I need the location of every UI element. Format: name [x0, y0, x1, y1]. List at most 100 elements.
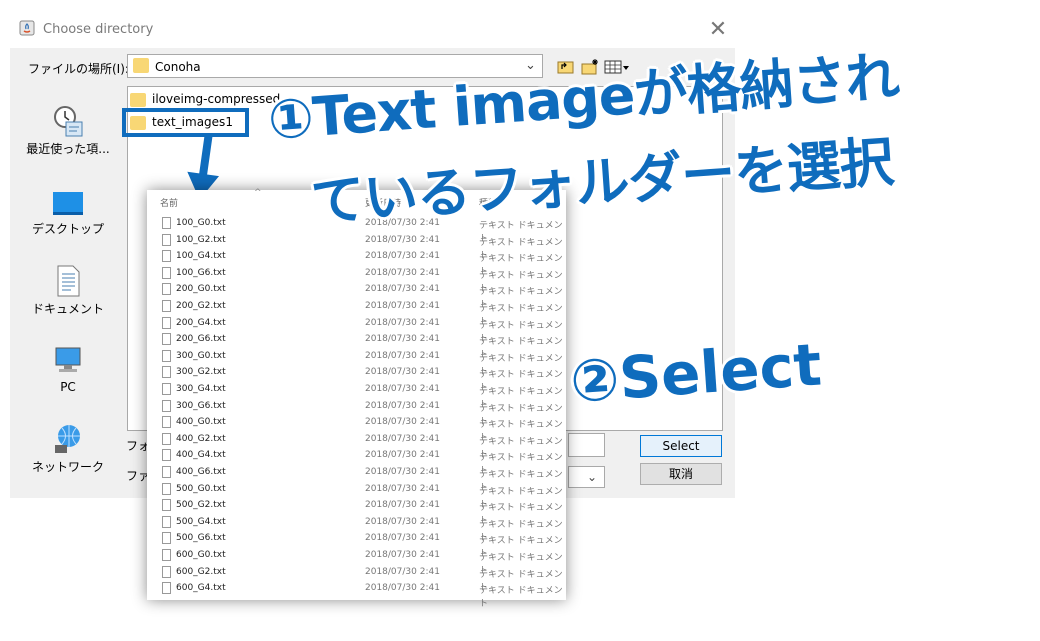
chevron-down-icon[interactable]: ⌄: [587, 470, 597, 484]
table-row[interactable]: 200_G6.txt 2018/07/30 2:41 テキスト ドキュメント: [147, 332, 566, 360]
table-row[interactable]: 300_G4.txt 2018/07/30 2:41 テキスト ドキュメント: [147, 382, 566, 410]
place-label: 最近使った項...: [26, 142, 110, 156]
table-row[interactable]: 400_G6.txt 2018/07/30 2:41 テキスト ドキュメント: [147, 465, 566, 493]
file-name: 500_G0.txt: [176, 483, 226, 494]
folder-name-input[interactable]: [568, 433, 605, 457]
text-file-icon: [162, 300, 171, 312]
file-date: 2018/07/30 2:41: [365, 500, 440, 511]
text-file-icon: [162, 582, 171, 595]
file-date: 2018/07/30 2:41: [365, 251, 440, 262]
text-file-icon: [162, 349, 171, 362]
table-row[interactable]: 400_G0.txt 2018/07/30 2:41 テキスト ドキュメント: [147, 415, 566, 443]
table-row[interactable]: 200_G4.txt 2018/07/30 2:41 テキスト ドキュメント: [147, 316, 566, 344]
table-row[interactable]: 400_G2.txt 2018/07/30 2:41 テキスト ドキュメント: [147, 432, 566, 460]
table-row[interactable]: 500_G4.txt 2018/07/30 2:41 テキスト ドキュメント: [147, 515, 566, 543]
text-file-icon: [162, 482, 171, 495]
file-date: 2018/07/30 2:41: [365, 400, 440, 411]
text-file-icon: [162, 250, 171, 263]
file-name: 400_G2.txt: [176, 433, 226, 444]
text-file-icon: [162, 383, 171, 395]
place-documents[interactable]: ドキュメント: [22, 264, 104, 316]
folder-icon: [133, 58, 149, 73]
file-date: 2018/07/30 2:41: [365, 317, 440, 328]
table-row[interactable]: 600_G4.txt 2018/07/30 2:41 テキスト ドキュメント: [147, 581, 566, 609]
place-network[interactable]: ネットワーク: [22, 422, 104, 474]
table-row[interactable]: 100_G4.txt 2018/07/30 2:41 テキスト ドキュメント: [147, 249, 566, 277]
file-name: 300_G0.txt: [176, 350, 226, 361]
table-row[interactable]: 300_G0.txt 2018/07/30 2:41 テキスト ドキュメント: [147, 349, 566, 377]
place-label: ネットワーク: [31, 460, 104, 474]
file-name: 100_G2.txt: [176, 234, 226, 245]
file-name: 500_G2.txt: [176, 500, 226, 511]
table-row[interactable]: 100_G2.txt 2018/07/30 2:41 テキスト ドキュメント: [147, 233, 566, 261]
table-row[interactable]: 200_G2.txt 2018/07/30 2:41 テキスト ドキュメント: [147, 299, 566, 327]
file-name: 200_G0.txt: [176, 284, 226, 295]
text-file-icon: [162, 316, 171, 329]
file-date: 2018/07/30 2:41: [365, 334, 440, 345]
file-name: 300_G6.txt: [176, 400, 226, 411]
file-name: 400_G6.txt: [176, 467, 226, 477]
pc-icon: [55, 347, 81, 372]
file-date: 2018/07/30 2:41: [365, 566, 440, 577]
place-label: PC: [60, 380, 76, 394]
text-file-icon: [162, 549, 171, 561]
file-name: 500_G6.txt: [176, 533, 226, 544]
file-date: 2018/07/30 2:41: [365, 450, 440, 461]
file-name: 200_G6.txt: [176, 334, 226, 345]
text-file-icon: [162, 266, 171, 279]
table-row[interactable]: 500_G0.txt 2018/07/30 2:41 テキスト ドキュメント: [147, 482, 566, 510]
desktop-icon: [53, 192, 83, 215]
file-name: 300_G2.txt: [176, 367, 226, 378]
text-file-icon: [162, 366, 171, 379]
table-row[interactable]: 600_G0.txt 2018/07/30 2:41 テキスト ドキュメント: [147, 548, 566, 576]
look-in-value: Conoha: [155, 60, 201, 74]
file-name: 600_G4.txt: [176, 583, 226, 594]
file-name: 400_G0.txt: [176, 417, 226, 428]
file-date: 2018/07/30 2:41: [365, 284, 440, 295]
file-name: 600_G0.txt: [176, 550, 226, 560]
sort-up-icon: ^: [254, 188, 262, 198]
close-button[interactable]: ✕: [704, 16, 732, 44]
table-row[interactable]: 100_G6.txt 2018/07/30 2:41 テキスト ドキュメント: [147, 266, 566, 294]
table-row[interactable]: 300_G6.txt 2018/07/30 2:41 テキスト ドキュメント: [147, 399, 566, 427]
table-row[interactable]: 200_G0.txt 2018/07/30 2:41 テキスト ドキュメント: [147, 282, 566, 310]
file-date: 2018/07/30 2:41: [365, 550, 440, 560]
table-row[interactable]: 500_G6.txt 2018/07/30 2:41 テキスト ドキュメント: [147, 531, 566, 559]
folder-name: iloveimg-compressed: [152, 92, 281, 106]
file-date: 2018/07/30 2:41: [365, 467, 440, 477]
table-row[interactable]: 300_G2.txt 2018/07/30 2:41 テキスト ドキュメント: [147, 365, 566, 393]
place-recent[interactable]: 最近使った項...: [22, 104, 110, 156]
window-title: Choose directory: [43, 22, 154, 37]
place-label: デスクトップ: [31, 222, 104, 236]
place-pc[interactable]: PC: [22, 344, 85, 394]
text-file-icon: [162, 532, 171, 545]
file-date: 2018/07/30 2:41: [365, 367, 440, 378]
file-type: テキスト ドキュメント: [479, 586, 563, 610]
cancel-button[interactable]: 取消: [640, 463, 722, 485]
network-icon: [55, 425, 80, 453]
file-date: 2018/07/30 2:41: [365, 583, 440, 594]
place-label: ドキュメント: [31, 302, 104, 316]
text-file-icon: [162, 416, 171, 429]
text-file-icon: [162, 333, 171, 346]
file-name: 200_G2.txt: [176, 301, 226, 311]
file-date: 2018/07/30 2:41: [365, 516, 440, 527]
file-date: 2018/07/30 2:41: [365, 533, 440, 544]
table-row[interactable]: 600_G2.txt 2018/07/30 2:41 テキスト ドキュメント: [147, 565, 566, 593]
file-date: 2018/07/30 2:41: [365, 350, 440, 361]
text-file-icon: [162, 399, 171, 412]
text-file-icon: [162, 565, 171, 578]
documents-icon: [57, 265, 80, 297]
text-file-icon: [162, 432, 171, 445]
column-name-header[interactable]: 名前: [160, 196, 178, 209]
file-name: 500_G4.txt: [176, 516, 226, 527]
table-row[interactable]: 400_G4.txt 2018/07/30 2:41 テキスト ドキュメント: [147, 448, 566, 476]
place-desktop[interactable]: デスクトップ: [22, 188, 104, 236]
table-row[interactable]: 500_G2.txt 2018/07/30 2:41 テキスト ドキュメント: [147, 498, 566, 526]
file-name: 600_G2.txt: [176, 566, 226, 577]
folder-icon: [130, 93, 146, 107]
text-file-icon: [162, 499, 171, 512]
select-button[interactable]: Select: [640, 435, 722, 457]
file-date: 2018/07/30 2:41: [365, 483, 440, 494]
text-file-icon: [162, 283, 171, 296]
